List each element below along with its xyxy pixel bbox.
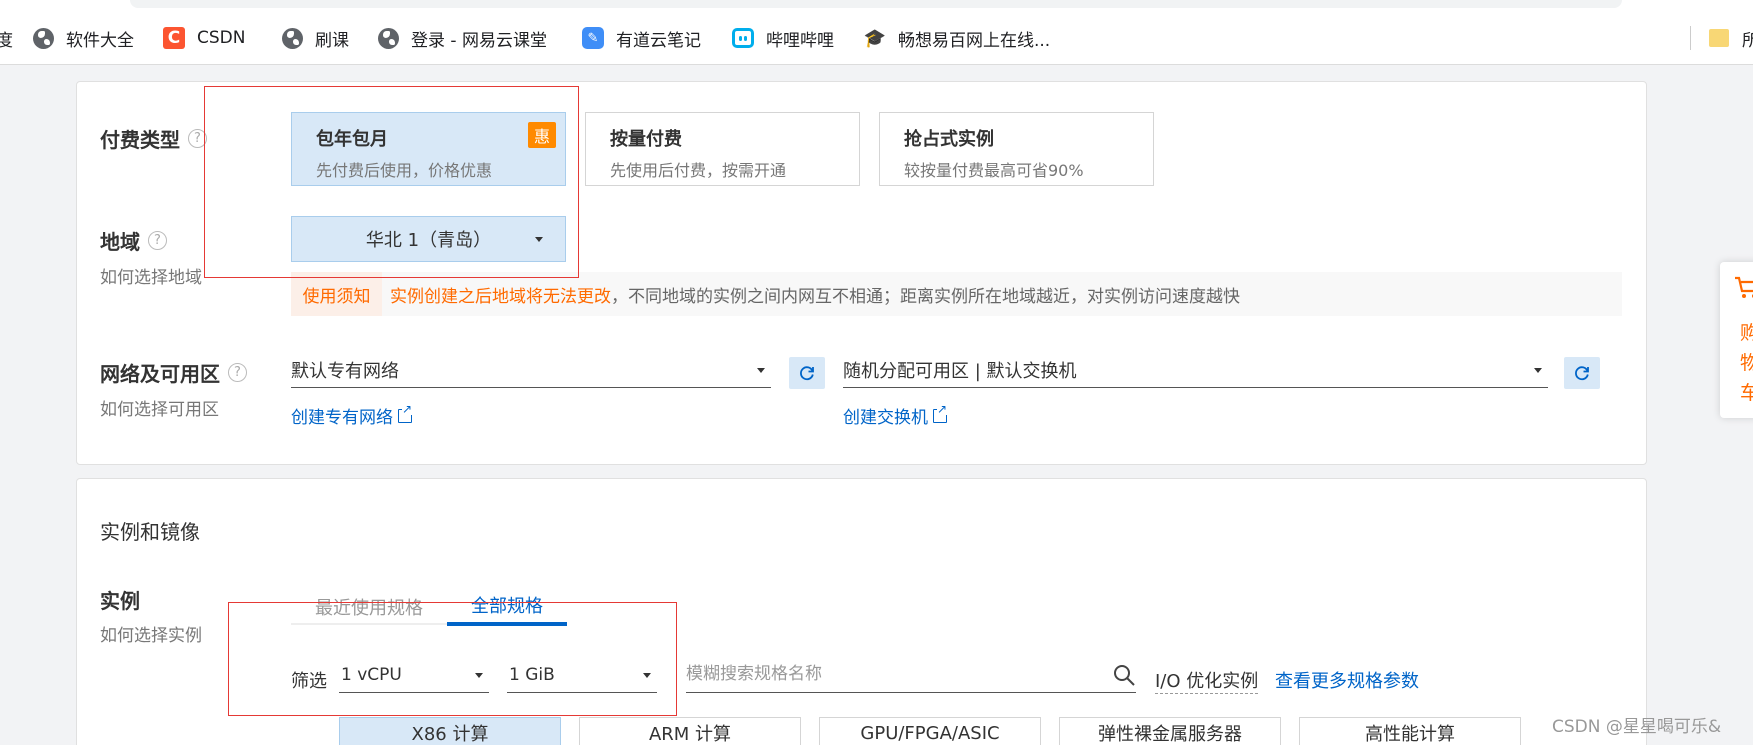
tab-recent-specs[interactable]: 最近使用规格 [291,588,447,626]
tab-all-specs[interactable]: 全部规格 [447,588,567,626]
bookmark-item[interactable]: ✎ 有道云笔记 [582,24,701,52]
discount-badge: 惠 [528,122,556,148]
caret-down-icon [643,673,651,678]
instance-title: 实例 [100,589,140,613]
help-icon[interactable]: ? [148,231,167,250]
arch-tab-hpc[interactable]: 高性能计算 [1299,717,1521,745]
folder-icon [1708,27,1730,49]
bookmark-label: 所 [1742,30,1753,51]
bookmark-label: 有道云笔记 [616,30,701,51]
notice-text: ，不同地域的实例之间内网互不相通；距离实例所在地域越近，对实例访问速度越快 [611,286,1240,307]
bookmark-label: CSDN [197,28,246,48]
bookmark-label: 登录 - 网易云课堂 [411,30,547,51]
memory-select[interactable]: 1 GiB [507,657,657,693]
option-title: 包年包月 [316,129,388,150]
bookmark-item[interactable]: 🎓 畅想易百网上在线... [864,24,1050,52]
cart-label-char: 车 [1740,382,1753,404]
refresh-zone-button[interactable] [1564,357,1600,389]
payment-option-pay-as-you-go[interactable]: 按量付费 先使用后付费，按需开通 [585,112,860,186]
bookmark-item[interactable]: C CSDN [163,24,245,52]
arch-tab-bare-metal[interactable]: 弹性裸金属服务器 [1059,717,1281,745]
globe-icon [281,27,303,49]
address-bar-edge [130,0,1622,8]
refresh-icon [1575,366,1589,381]
shopping-cart-widget[interactable]: 购 物 车 [1720,262,1753,418]
globe-icon [377,27,399,49]
more-spec-params-link[interactable]: 查看更多规格参数 [1275,667,1419,693]
option-desc: 较按量付费最高可省90% [904,161,1084,180]
spec-search-input[interactable] [686,657,1086,691]
spec-search [686,657,1136,693]
bookmark-item[interactable]: 刷课 [281,24,349,52]
how-to-choose-region-link[interactable]: 如何选择地域 [100,263,202,288]
arch-tab-x86[interactable]: X86 计算 [339,717,561,745]
filter-label: 筛选 [291,671,327,692]
help-icon[interactable]: ? [228,363,247,382]
caret-down-icon [757,368,765,373]
payment-option-subscription[interactable]: 包年包月 先付费后使用，价格优惠 惠 [291,112,566,186]
bookmark-label: 哔哩哔哩 [766,30,834,51]
bookmark-item[interactable]: 登录 - 网易云课堂 [377,24,547,52]
search-icon[interactable] [1112,663,1136,687]
how-to-choose-instance-link[interactable]: 如何选择实例 [100,621,202,646]
bookmark-divider [1690,26,1691,50]
region-select[interactable]: 华北 1（青岛） [291,216,566,262]
help-icon[interactable]: ? [188,129,207,148]
region-notice: 使用须知 实例创建之后地域将无法更改 ，不同地域的实例之间内网互不相通；距离实例… [291,272,1622,316]
option-desc: 先使用后付费，按需开通 [610,161,787,180]
globe-icon [32,27,54,49]
cart-label-char: 物 [1740,352,1753,374]
cart-icon [1735,276,1753,298]
vpc-value: 默认专有网络 [291,360,399,382]
external-link-icon [398,402,413,423]
option-title: 抢占式实例 [904,129,994,150]
bilibili-icon [732,27,754,49]
payment-option-preemptible[interactable]: 抢占式实例 较按量付费最高可省90% [879,112,1154,186]
cart-label-char: 购 [1740,322,1753,344]
refresh-vpc-button[interactable] [789,357,825,389]
refresh-icon [800,366,814,381]
how-to-choose-zone-link[interactable]: 如何选择可用区 [100,395,219,420]
create-switch-link[interactable]: 创建交换机 [843,402,948,428]
bookmark-label: 度 [0,30,13,51]
memory-value: 1 GiB [509,664,555,685]
zone-switch-select[interactable]: 随机分配可用区 | 默认交换机 [843,352,1548,388]
region-title: 地域 ? [100,226,167,255]
zone-value: 随机分配可用区 | 默认交换机 [843,360,1077,382]
arch-tab-gpu[interactable]: GPU/FPGA/ASIC [819,717,1041,745]
io-optimized-label: I/O 优化实例 [1155,667,1259,694]
option-desc: 先付费后使用，价格优惠 [316,161,493,180]
youdao-icon: ✎ [582,27,604,49]
bookmarks-bar: 度 软件大全 C CSDN 刷课 登录 - 网易云课堂 ✎ 有道云笔记 哔哩哔哩… [0,0,1753,65]
caret-down-icon [1534,368,1542,373]
vpc-select[interactable]: 默认专有网络 [291,352,771,388]
instance-image-title: 实例和镜像 [100,520,200,544]
caret-down-icon [475,673,483,678]
bookmark-item[interactable]: 所 [1708,24,1753,52]
watermark: CSDN @星星喝可乐& [1552,717,1722,737]
network-zone-title: 网络及可用区 ? [100,358,247,387]
bookmark-label: 畅想易百网上在线... [898,30,1051,51]
bookmark-item[interactable]: 软件大全 [32,24,134,52]
bookmark-item[interactable]: 度 [0,24,13,52]
bookmark-label: 软件大全 [66,30,134,51]
option-title: 按量付费 [610,129,682,150]
csdn-icon: C [163,27,185,49]
vcpu-value: 1 vCPU [341,664,402,685]
external-link-icon [933,402,948,423]
payment-type-title: 付费类型 ? [100,124,207,153]
notice-tag: 使用须知 [291,272,382,316]
caret-down-icon [535,237,543,242]
graduation-cap-icon: 🎓 [863,27,887,49]
bookmark-item[interactable]: 哔哩哔哩 [732,24,834,52]
vcpu-select[interactable]: 1 vCPU [339,657,489,693]
create-vpc-link[interactable]: 创建专有网络 [291,402,413,428]
bookmark-label: 刷课 [315,30,349,51]
region-value: 华北 1（青岛） [365,230,492,251]
notice-warning: 实例创建之后地域将无法更改 [390,286,611,307]
arch-tab-arm[interactable]: ARM 计算 [579,717,801,745]
